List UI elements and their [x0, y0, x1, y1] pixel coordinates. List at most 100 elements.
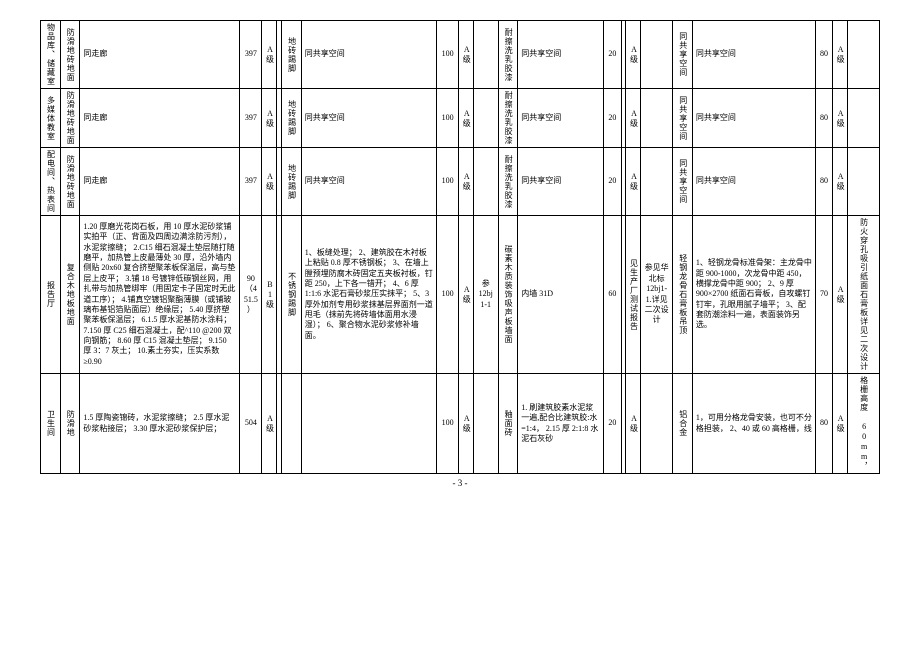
cell: 多媒体教室	[41, 89, 61, 148]
cell: 1.5 厚陶瓷锦砖，水泥浆擦缝； 2.5 厚水泥砂浆粘接层； 3.30 厚水泥砂…	[80, 374, 240, 474]
cell: 同共享空间	[518, 89, 604, 148]
cell: 80	[815, 148, 832, 216]
cell	[473, 21, 498, 89]
table-row: 物品库、储藏室防滑地砖地面同走廊397A级地砖踢脚同共享空间100A级耐擦洗乳胶…	[41, 21, 880, 89]
cell: 20	[604, 148, 621, 216]
cell	[847, 89, 879, 148]
page-number: - 3 -	[40, 478, 880, 488]
cell: 耐擦洗乳胶漆	[498, 148, 518, 216]
cell: A级	[626, 374, 641, 474]
cell: 地砖踢脚	[282, 89, 302, 148]
cell: 参 12bj1-1	[473, 216, 498, 374]
cell: 轻钢龙骨石膏板吊顶	[673, 216, 693, 374]
cell: 见生产厂测试报告	[626, 216, 641, 374]
cell: A级	[459, 21, 474, 89]
cell: A级	[833, 89, 848, 148]
table-row: 卫生间防滑地1.5 厚陶瓷锦砖，水泥浆擦缝； 2.5 厚水泥砂浆粘接层； 3.3…	[41, 374, 880, 474]
cell: 碳素木质装饰吸声板墙面	[498, 216, 518, 374]
cell	[847, 148, 879, 216]
cell	[301, 374, 436, 474]
cell: A级	[626, 89, 641, 148]
cell	[473, 374, 498, 474]
spec-table: 物品库、储藏室防滑地砖地面同走廊397A级地砖踢脚同共享空间100A级耐擦洗乳胶…	[40, 20, 880, 474]
cell: A级	[833, 148, 848, 216]
cell: 同共享空间	[301, 21, 436, 89]
cell: 100	[437, 148, 459, 216]
cell: 防火穿孔吸引纸面石膏板详见二次设计	[847, 216, 879, 374]
cell: 70	[815, 216, 832, 374]
cell: 格栅高度 60mm，	[847, 374, 879, 474]
cell: A级	[459, 148, 474, 216]
cell	[847, 21, 879, 89]
cell: 同共享空间	[673, 148, 693, 216]
table-row: 报告厅复合木地板地面1.20 厚磨光花岗石板，用 10 厚水泥砂浆铺实拍平（正、…	[41, 216, 880, 374]
cell: 1.20 厚磨光花岗石板，用 10 厚水泥砂浆铺实拍平（正、背面及四周边满涂防污…	[80, 216, 240, 374]
cell: 80	[815, 374, 832, 474]
cell: 100	[437, 89, 459, 148]
cell: 20	[604, 374, 621, 474]
cell: 90（451.5）	[240, 216, 262, 374]
cell: 防滑地砖地面	[60, 21, 80, 89]
cell: 1、板缝处理； 2、建筑胶在木衬板上粘贴 0.8 厚不锈钢板； 3、在墙上膛预埋…	[301, 216, 436, 374]
cell	[641, 148, 673, 216]
table-row: 配电间、热表间防滑地砖地面同走廊397A级地砖踢脚同共享空间100A级耐擦洗乳胶…	[41, 148, 880, 216]
cell: A级	[262, 374, 277, 474]
cell: 同走廊	[80, 89, 240, 148]
cell: 同走廊	[80, 21, 240, 89]
cell: 同走廊	[80, 148, 240, 216]
cell: 80	[815, 89, 832, 148]
cell: 釉面砖	[498, 374, 518, 474]
cell: A级	[459, 374, 474, 474]
cell: B1级	[262, 216, 277, 374]
cell: 同共享空间	[673, 89, 693, 148]
cell: 内墙 31D	[518, 216, 604, 374]
cell: 397	[240, 21, 262, 89]
cell: 1，可用分格龙骨安装，也可不分格担装， 2、40 或 60 高格栅，线	[692, 374, 815, 474]
cell: 同共享空间	[301, 89, 436, 148]
cell: 同共享空间	[692, 148, 815, 216]
cell: 配电间、热表间	[41, 148, 61, 216]
cell: 80	[815, 21, 832, 89]
cell: 1、轻钢龙骨标准骨架：主龙骨中距 900-1000，次龙骨中距 450，横撑龙骨…	[692, 216, 815, 374]
cell	[473, 148, 498, 216]
cell: 同共享空间	[301, 148, 436, 216]
cell: A级	[459, 216, 474, 374]
cell: 100	[437, 216, 459, 374]
cell	[641, 89, 673, 148]
cell: A级	[262, 21, 277, 89]
cell	[473, 89, 498, 148]
cell: A级	[262, 148, 277, 216]
cell: 参见华北标 12bj1-1.详见二次设计	[641, 216, 673, 374]
cell: A级	[833, 374, 848, 474]
cell: A级	[833, 216, 848, 374]
cell: 同共享空间	[518, 148, 604, 216]
cell	[641, 21, 673, 89]
cell: A级	[833, 21, 848, 89]
cell: 397	[240, 148, 262, 216]
cell: 耐擦洗乳胶漆	[498, 21, 518, 89]
cell: 地砖踢脚	[282, 21, 302, 89]
cell: 防滑地	[60, 374, 80, 474]
cell: A级	[459, 89, 474, 148]
cell: 卫生间	[41, 374, 61, 474]
cell: 防滑地砖地面	[60, 89, 80, 148]
cell: 同共享空间	[518, 21, 604, 89]
cell: 耐擦洗乳胶漆	[498, 89, 518, 148]
cell: 20	[604, 89, 621, 148]
cell	[282, 374, 302, 474]
cell: 不锈钢踢脚	[282, 216, 302, 374]
cell: 100	[437, 374, 459, 474]
cell: 防滑地砖地面	[60, 148, 80, 216]
cell: 同共享空间	[692, 21, 815, 89]
cell: 地砖踢脚	[282, 148, 302, 216]
cell: 100	[437, 21, 459, 89]
cell: 同共享空间	[692, 89, 815, 148]
cell: A级	[626, 148, 641, 216]
cell: 20	[604, 21, 621, 89]
cell: 504	[240, 374, 262, 474]
cell: 报告厅	[41, 216, 61, 374]
cell: A级	[262, 89, 277, 148]
cell: A级	[626, 21, 641, 89]
cell: 1. 刷建筑胶素水泥浆一遍,配合比建筑胶:水=1:4， 2.15 厚 2:1:8…	[518, 374, 604, 474]
cell: 同共享空间	[673, 21, 693, 89]
